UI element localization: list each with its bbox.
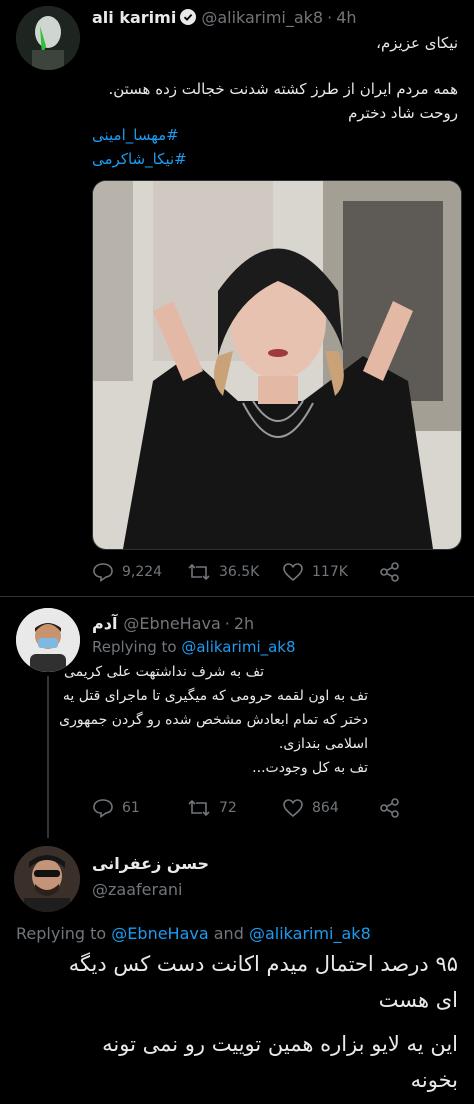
share-icon bbox=[380, 798, 399, 818]
tweet1-text-line-1: نیکای عزیزم، bbox=[376, 34, 458, 52]
replying-to: Replying to @EbneHava and @alikarimi_ak8 bbox=[16, 924, 371, 943]
like-button[interactable]: 864 bbox=[282, 798, 339, 818]
timestamp[interactable]: 4h bbox=[336, 8, 356, 27]
tweet3-text-line-2: ای هست bbox=[378, 988, 458, 1012]
hashtag-nika-shakarami[interactable]: #نیکا_شاکرمی bbox=[92, 150, 187, 168]
replying-to-label: Replying to bbox=[16, 924, 107, 943]
verified-badge-icon bbox=[180, 9, 197, 25]
timestamp[interactable]: 2h bbox=[234, 614, 254, 633]
tweet-divider-1 bbox=[0, 596, 474, 597]
avatar-image bbox=[16, 6, 80, 70]
hashtag-mahsa-amini[interactable]: #مهسا_امینی bbox=[92, 126, 179, 144]
display-name[interactable]: آدم bbox=[92, 614, 117, 633]
replying-to-and: and bbox=[213, 924, 244, 943]
tweet2-actions: 61 72 864 bbox=[92, 796, 460, 820]
avatar-image bbox=[16, 608, 80, 672]
retweet-count: 36.5K bbox=[219, 564, 260, 580]
avatar-zaaferani[interactable] bbox=[14, 846, 80, 912]
tweet2-text-line-5: تف به کل وجودت... bbox=[252, 760, 368, 776]
like-button[interactable]: 117K bbox=[282, 562, 348, 582]
share-button[interactable] bbox=[379, 562, 401, 582]
separator-dot: · bbox=[327, 7, 333, 27]
reply-button[interactable]: 61 bbox=[92, 798, 140, 818]
tweet1-photo[interactable] bbox=[92, 180, 462, 550]
handle[interactable]: @zaaferani bbox=[92, 880, 182, 899]
tweet2-text-line-1: تف به شرف نداشتهت علی کریمی bbox=[63, 664, 264, 680]
reply-button[interactable]: 9,224 bbox=[92, 562, 162, 582]
avatar-ebnehava[interactable] bbox=[16, 608, 80, 672]
share-button[interactable] bbox=[379, 798, 401, 818]
tweet2-text-line-2: تف به اون لقمه حرومی که میگیری تا ماجرای… bbox=[62, 688, 368, 704]
avatar-ali-karimi[interactable] bbox=[16, 6, 80, 70]
replying-to-link-1[interactable]: @EbneHava bbox=[111, 924, 208, 943]
reply-icon bbox=[93, 799, 113, 818]
replying-to-link-2[interactable]: @alikarimi_ak8 bbox=[249, 924, 371, 943]
retweet-icon bbox=[188, 563, 210, 581]
tweet1-text-line-3: روحت شاد دخترم bbox=[348, 104, 458, 122]
handle[interactable]: @alikarimi_ak8 bbox=[201, 8, 323, 27]
reply-count: 61 bbox=[122, 800, 140, 816]
tweet1-text-line-2: همه مردم ایران از طرز کشته شدنت خجالت زد… bbox=[108, 80, 458, 98]
retweet-button[interactable]: 36.5K bbox=[187, 562, 259, 582]
heart-icon bbox=[283, 563, 303, 582]
tweet3-text-line-3: این یه لایو بزاره همین توییت رو نمی تونه bbox=[102, 1032, 458, 1056]
replying-to-label: Replying to bbox=[92, 638, 177, 656]
share-icon bbox=[380, 562, 399, 582]
tweet2-text-line-3: دختر که تمام ابعادش مشخص شده رو گردن جمه… bbox=[59, 712, 368, 728]
reply-icon bbox=[93, 563, 113, 582]
separator-dot: · bbox=[224, 613, 230, 633]
reply-count: 9,224 bbox=[122, 564, 163, 580]
handle[interactable]: @EbneHava bbox=[123, 614, 220, 633]
photo-girl-portrait bbox=[93, 181, 461, 549]
retweet-icon bbox=[188, 799, 210, 817]
replying-to: Replying to @alikarimi_ak8 bbox=[92, 638, 296, 656]
tweet3-text-line-4: بخونه bbox=[410, 1068, 458, 1092]
retweet-count: 72 bbox=[219, 800, 237, 816]
heart-icon bbox=[283, 799, 303, 818]
tweet1-actions: 9,224 36.5K 117K bbox=[92, 560, 460, 584]
display-name[interactable]: حسن زعفرانی bbox=[92, 854, 209, 873]
tweet2-header: آدم @EbneHava · 2h bbox=[92, 612, 254, 634]
tweet3-text-line-1: ۹۵ درصد احتمال میدم اکانت دست کس دیگه bbox=[68, 952, 458, 976]
avatar-image bbox=[14, 846, 80, 912]
display-name[interactable]: ali karimi bbox=[92, 8, 176, 27]
tweet1-header: ali karimi @alikarimi_ak8 · 4h bbox=[92, 6, 357, 28]
replying-to-link[interactable]: @alikarimi_ak8 bbox=[181, 638, 295, 656]
like-count: 864 bbox=[312, 800, 339, 816]
tweet2-text-line-4: اسلامی بندازی. bbox=[278, 736, 368, 752]
retweet-button[interactable]: 72 bbox=[187, 798, 237, 818]
like-count: 117K bbox=[312, 564, 348, 580]
